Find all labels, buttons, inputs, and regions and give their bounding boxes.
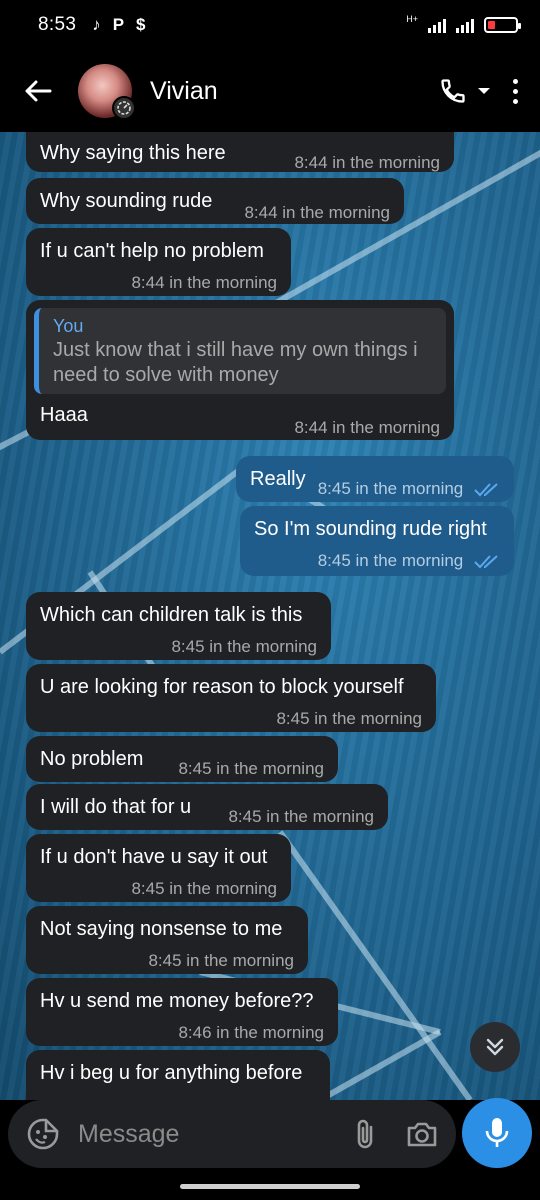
sticker-smiley-icon — [27, 1118, 59, 1150]
message-text: I will do that for u — [40, 796, 192, 818]
message-incoming[interactable]: Not saying nonsense to me 8:45 in the mo… — [26, 906, 308, 974]
message-time: 8:45 in the morning — [178, 759, 324, 778]
message-incoming[interactable]: U are looking for reason to block yourse… — [26, 664, 436, 732]
contact-avatar[interactable] — [78, 64, 136, 120]
network-type: H+ — [406, 14, 418, 24]
message-incoming[interactable]: Hv u send me money before?? 8:46 in the … — [26, 978, 338, 1046]
s-icon: $ — [136, 15, 146, 34]
status-bar: 8:53 ♪ P $ H+ — [0, 0, 540, 50]
more-options-button[interactable] — [509, 78, 522, 104]
signal-2-icon — [456, 17, 474, 33]
message-time: 8:45 in the morning — [276, 709, 422, 728]
attach-button[interactable] — [352, 1118, 378, 1150]
message-time: 8:45 in the morning — [131, 879, 277, 898]
status-time: 8:53 — [38, 14, 77, 35]
quoted-text: Just know that i still have my own thing… — [53, 339, 418, 386]
camera-button[interactable] — [406, 1120, 438, 1148]
message-input[interactable]: Message — [78, 1120, 336, 1149]
message-text: So I'm sounding rude right — [254, 518, 487, 540]
message-time: 8:45 in the morning — [318, 476, 500, 502]
quoted-message[interactable]: You Just know that i still have my own t… — [34, 308, 446, 394]
scroll-to-bottom-button[interactable] — [470, 1022, 520, 1072]
chat-area[interactable]: Why saying this here 8:44 in the morning… — [0, 132, 540, 1100]
arrow-left-icon — [25, 80, 52, 102]
message-time: 8:44 in the morning — [131, 273, 277, 292]
message-time-text: 8:45 in the morning — [317, 551, 464, 570]
message-text: Really — [250, 468, 306, 490]
message-time: 8:44 in the morning — [244, 203, 390, 222]
phone-icon — [441, 79, 465, 103]
double-chevron-down-icon — [486, 1038, 504, 1056]
tiktok-icon: ♪ — [92, 15, 101, 34]
message-time: 8:45 in the morning — [318, 548, 500, 574]
message-incoming[interactable]: Hv i beg u for anything before — [26, 1050, 330, 1100]
chat-header: Vivian — [0, 50, 540, 132]
message-outgoing[interactable]: Really 8:45 in the morning — [236, 456, 514, 502]
message-text: Why sounding rude — [40, 190, 213, 212]
message-text: Haaa — [40, 404, 88, 426]
paperclip-icon — [357, 1119, 373, 1149]
message-text: Hv i beg u for anything before — [40, 1062, 303, 1084]
message-text: No problem — [40, 748, 144, 770]
message-incoming[interactable]: If u don't have u say it out 8:45 in the… — [26, 834, 291, 902]
double-check-icon — [474, 554, 498, 568]
voice-message-button[interactable] — [462, 1098, 532, 1168]
message-text: Which can children talk is this — [40, 604, 303, 626]
message-text: Hv u send me money before?? — [40, 990, 314, 1012]
message-incoming-reply[interactable]: You Just know that i still have my own t… — [26, 300, 454, 440]
message-time: 8:46 in the morning — [178, 1023, 324, 1042]
microphone-icon — [485, 1118, 509, 1147]
back-button[interactable] — [18, 71, 58, 111]
chevron-down-icon — [478, 88, 490, 94]
message-composer[interactable]: Message — [8, 1100, 456, 1168]
contact-name[interactable]: Vivian — [150, 77, 218, 106]
message-incoming[interactable]: Why saying this here 8:44 in the morning — [26, 132, 454, 172]
message-time-text: 8:45 in the morning — [317, 479, 464, 498]
quoted-author: You — [53, 316, 84, 336]
signal-1-icon — [428, 17, 446, 33]
home-indicator[interactable] — [180, 1184, 360, 1189]
message-text: Why saying this here — [40, 142, 226, 164]
message-time: 8:44 in the morning — [294, 418, 440, 437]
message-outgoing[interactable]: So I'm sounding rude right 8:45 in the m… — [240, 506, 514, 576]
header-actions — [439, 77, 522, 105]
message-incoming[interactable]: No problem 8:45 in the morning — [26, 736, 338, 782]
notification-icons: ♪ P $ — [92, 15, 145, 35]
message-text: Not saying nonsense to me — [40, 918, 283, 940]
message-time: 8:45 in the morning — [148, 951, 294, 970]
message-incoming[interactable]: Which can children talk is this 8:45 in … — [26, 592, 331, 660]
message-time: 8:45 in the morning — [171, 637, 317, 656]
p-icon: P — [112, 15, 125, 34]
double-check-icon — [474, 482, 498, 496]
message-text: U are looking for reason to block yourse… — [40, 676, 404, 698]
message-text: If u can't help no problem — [40, 240, 264, 262]
message-text: If u don't have u say it out — [40, 846, 268, 868]
status-right: H+ — [406, 14, 521, 33]
message-incoming[interactable]: Why sounding rude 8:44 in the morning — [26, 178, 404, 224]
message-incoming[interactable]: If u can't help no problem 8:44 in the m… — [26, 228, 291, 296]
message-time: 8:45 in the morning — [228, 807, 374, 826]
call-button[interactable] — [439, 77, 491, 105]
message-incoming[interactable]: I will do that for u 8:45 in the morning — [26, 784, 388, 830]
message-time: 8:44 in the morning — [294, 153, 440, 172]
battery-icon — [484, 17, 521, 33]
camera-icon — [407, 1122, 437, 1147]
timer-badge-icon — [112, 96, 136, 120]
sticker-button[interactable] — [26, 1117, 60, 1151]
